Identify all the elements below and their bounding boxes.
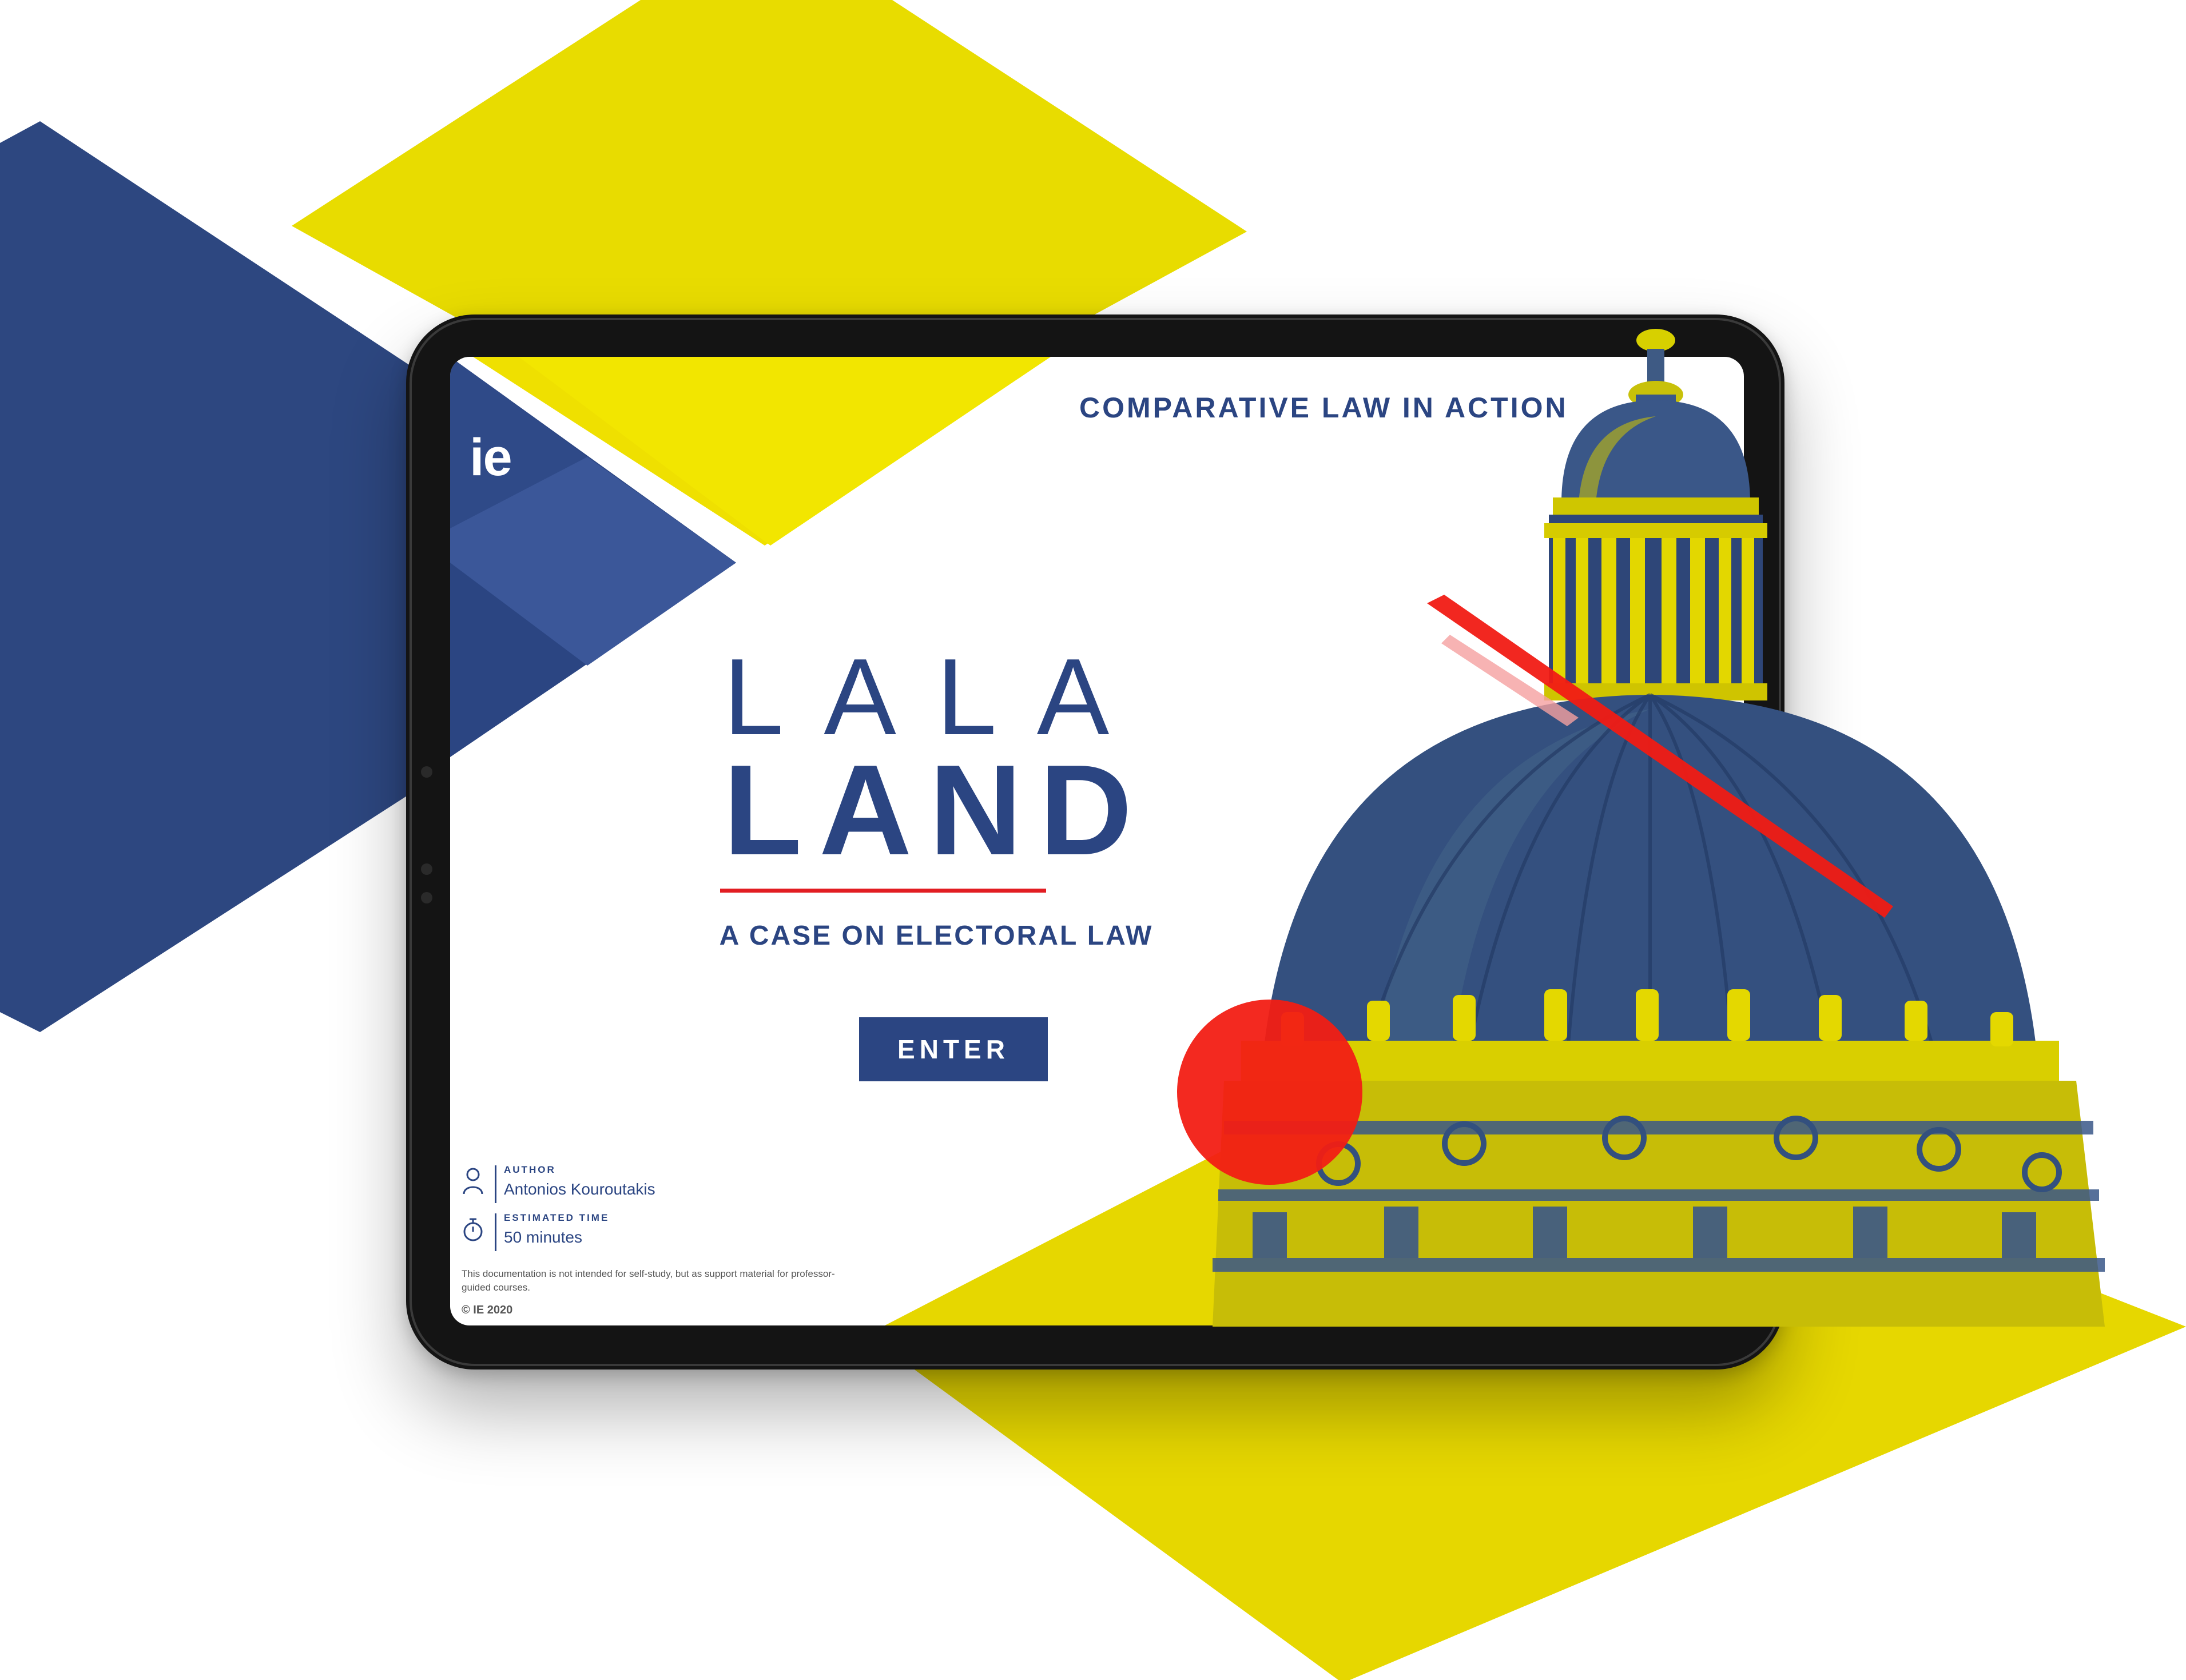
- estimated-time-value: 50 minutes: [504, 1228, 582, 1246]
- ie-logo: ie: [470, 428, 512, 487]
- author-name: Antonios Kouroutakis: [504, 1180, 655, 1198]
- disclaimer-text: This documentation is not intended for s…: [462, 1268, 835, 1293]
- title-second-line: LAND: [723, 738, 1150, 882]
- person-icon: [463, 1168, 483, 1195]
- title-divider: [720, 889, 1046, 893]
- stopwatch-icon: [463, 1218, 483, 1241]
- screen-yellow-bottom: [885, 1089, 1744, 1325]
- course-title: COMPARATIVE LAW IN ACTION: [1079, 392, 1568, 424]
- copyright: © IE 2020: [462, 1304, 513, 1316]
- side-sensor: [421, 863, 432, 875]
- estimated-time-label: ESTIMATED TIME: [504, 1212, 610, 1223]
- subtitle: A CASE ON ELECTORAL LAW: [719, 921, 1154, 951]
- enter-button[interactable]: ENTER: [859, 1017, 1048, 1081]
- author-label: AUTHOR: [504, 1164, 556, 1175]
- author-divider: [495, 1165, 496, 1203]
- time-divider: [495, 1213, 496, 1251]
- side-sensor: [421, 892, 432, 903]
- tablet-screen: ie COMPARATIVE LAW IN ACTION LALA LAND A…: [450, 357, 1744, 1325]
- side-sensor: [421, 766, 432, 778]
- title-first-line: LALA: [723, 636, 1150, 758]
